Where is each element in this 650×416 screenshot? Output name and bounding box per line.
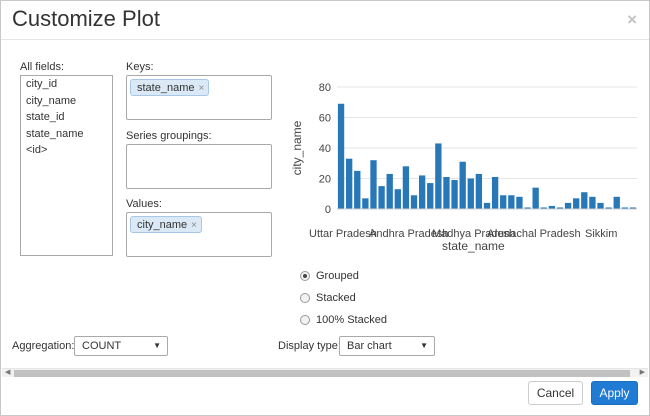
y-tick-label: 20 <box>319 174 331 186</box>
bar <box>475 173 483 209</box>
list-item[interactable]: city_name <box>21 93 112 110</box>
chip-label: state_name <box>137 82 195 94</box>
x-tick-label: Sikkim <box>585 228 617 240</box>
radio-button[interactable] <box>300 271 310 281</box>
bar <box>597 202 604 209</box>
bar <box>613 196 620 209</box>
list-item[interactable]: city_id <box>21 76 112 93</box>
bar <box>451 180 458 209</box>
scroll-left-icon[interactable]: ◀ <box>5 368 10 376</box>
bar <box>581 192 588 209</box>
bar <box>362 198 369 209</box>
bar <box>532 187 539 209</box>
scrollbar-thumb[interactable] <box>14 370 630 377</box>
bar <box>491 176 499 209</box>
remove-icon[interactable]: × <box>191 220 197 231</box>
list-item[interactable]: state_id <box>21 109 112 126</box>
plot-preview: 0 20 40 60 80 Uttar Pradesh Andhra Pradesh Madh… <box>287 75 639 257</box>
bar <box>378 186 385 209</box>
values-dropzone[interactable]: city_name × <box>126 212 272 257</box>
list-item[interactable]: <id> <box>21 142 112 159</box>
radio-button[interactable] <box>300 315 310 325</box>
bar <box>500 195 507 209</box>
radio-label: 100% Stacked <box>316 314 387 326</box>
bar <box>394 189 401 209</box>
bar <box>459 161 466 209</box>
values-label: Values: <box>126 198 162 210</box>
bar-chart: 020406080Uttar PradeshAndhra PradeshMadh… <box>290 82 637 253</box>
bar <box>337 103 345 209</box>
aggregation-select[interactable]: COUNT ▼ <box>74 336 168 356</box>
bar <box>346 158 353 209</box>
bar <box>410 195 418 209</box>
series-groupings-label: Series groupings: <box>126 130 212 142</box>
x-axis-label: state_name <box>442 239 505 253</box>
bar <box>516 196 523 209</box>
chevron-down-icon: ▼ <box>420 341 428 350</box>
cancel-button[interactable]: Cancel <box>528 381 583 405</box>
bar <box>589 196 596 209</box>
y-tick-label: 40 <box>319 143 331 155</box>
chevron-down-icon: ▼ <box>153 341 161 350</box>
bar <box>443 176 450 209</box>
radio-button[interactable] <box>300 293 310 303</box>
horizontal-scrollbar[interactable]: ◀ ▶ <box>2 368 648 377</box>
y-tick-label: 60 <box>319 113 331 125</box>
bar <box>418 175 426 209</box>
keys-chip-state-name[interactable]: state_name × <box>130 79 210 96</box>
y-axis-label: city_name <box>290 120 304 175</box>
all-fields-label: All fields: <box>20 61 65 73</box>
bar <box>435 143 442 209</box>
bar <box>508 195 515 209</box>
x-tick-label: Uttar Pradesh <box>309 228 377 240</box>
bar <box>573 198 580 209</box>
customize-plot-dialog: Customize Plot × All fields: city_id cit… <box>0 0 650 416</box>
radio-label: Grouped <box>316 270 359 282</box>
radio-100-stacked[interactable]: 100% Stacked <box>300 314 387 326</box>
display-type-value: Bar chart <box>347 340 392 352</box>
keys-dropzone[interactable]: state_name × <box>126 75 272 120</box>
bar <box>564 202 572 209</box>
bar <box>386 173 393 209</box>
bar <box>467 178 474 209</box>
list-item[interactable]: state_name <box>21 126 112 143</box>
scroll-right-icon[interactable]: ▶ <box>640 368 645 376</box>
dialog-header: Customize Plot × <box>1 1 649 40</box>
dialog-title: Customize Plot <box>12 6 160 31</box>
y-tick-label: 80 <box>319 82 331 94</box>
all-fields-list[interactable]: city_id city_name state_id state_name <i… <box>20 75 113 256</box>
y-tick-label: 0 <box>325 204 331 216</box>
radio-stacked[interactable]: Stacked <box>300 292 356 304</box>
bar <box>427 183 434 209</box>
keys-label: Keys: <box>126 61 154 73</box>
aggregation-value: COUNT <box>82 340 122 352</box>
display-type-select[interactable]: Bar chart ▼ <box>339 336 435 356</box>
bar <box>483 202 491 209</box>
remove-icon[interactable]: × <box>198 83 204 94</box>
aggregation-label: Aggregation: <box>12 340 75 352</box>
chip-label: city_name <box>137 219 188 231</box>
values-chip-city-name[interactable]: city_name × <box>130 216 202 233</box>
radio-grouped[interactable]: Grouped <box>300 270 359 282</box>
radio-label: Stacked <box>316 292 356 304</box>
bar <box>354 170 361 209</box>
series-groupings-dropzone[interactable] <box>126 144 272 189</box>
bar <box>402 166 410 209</box>
display-type-label: Display type: <box>278 340 341 352</box>
bar <box>370 160 377 209</box>
close-icon[interactable]: × <box>627 10 637 30</box>
apply-button[interactable]: Apply <box>591 381 638 405</box>
